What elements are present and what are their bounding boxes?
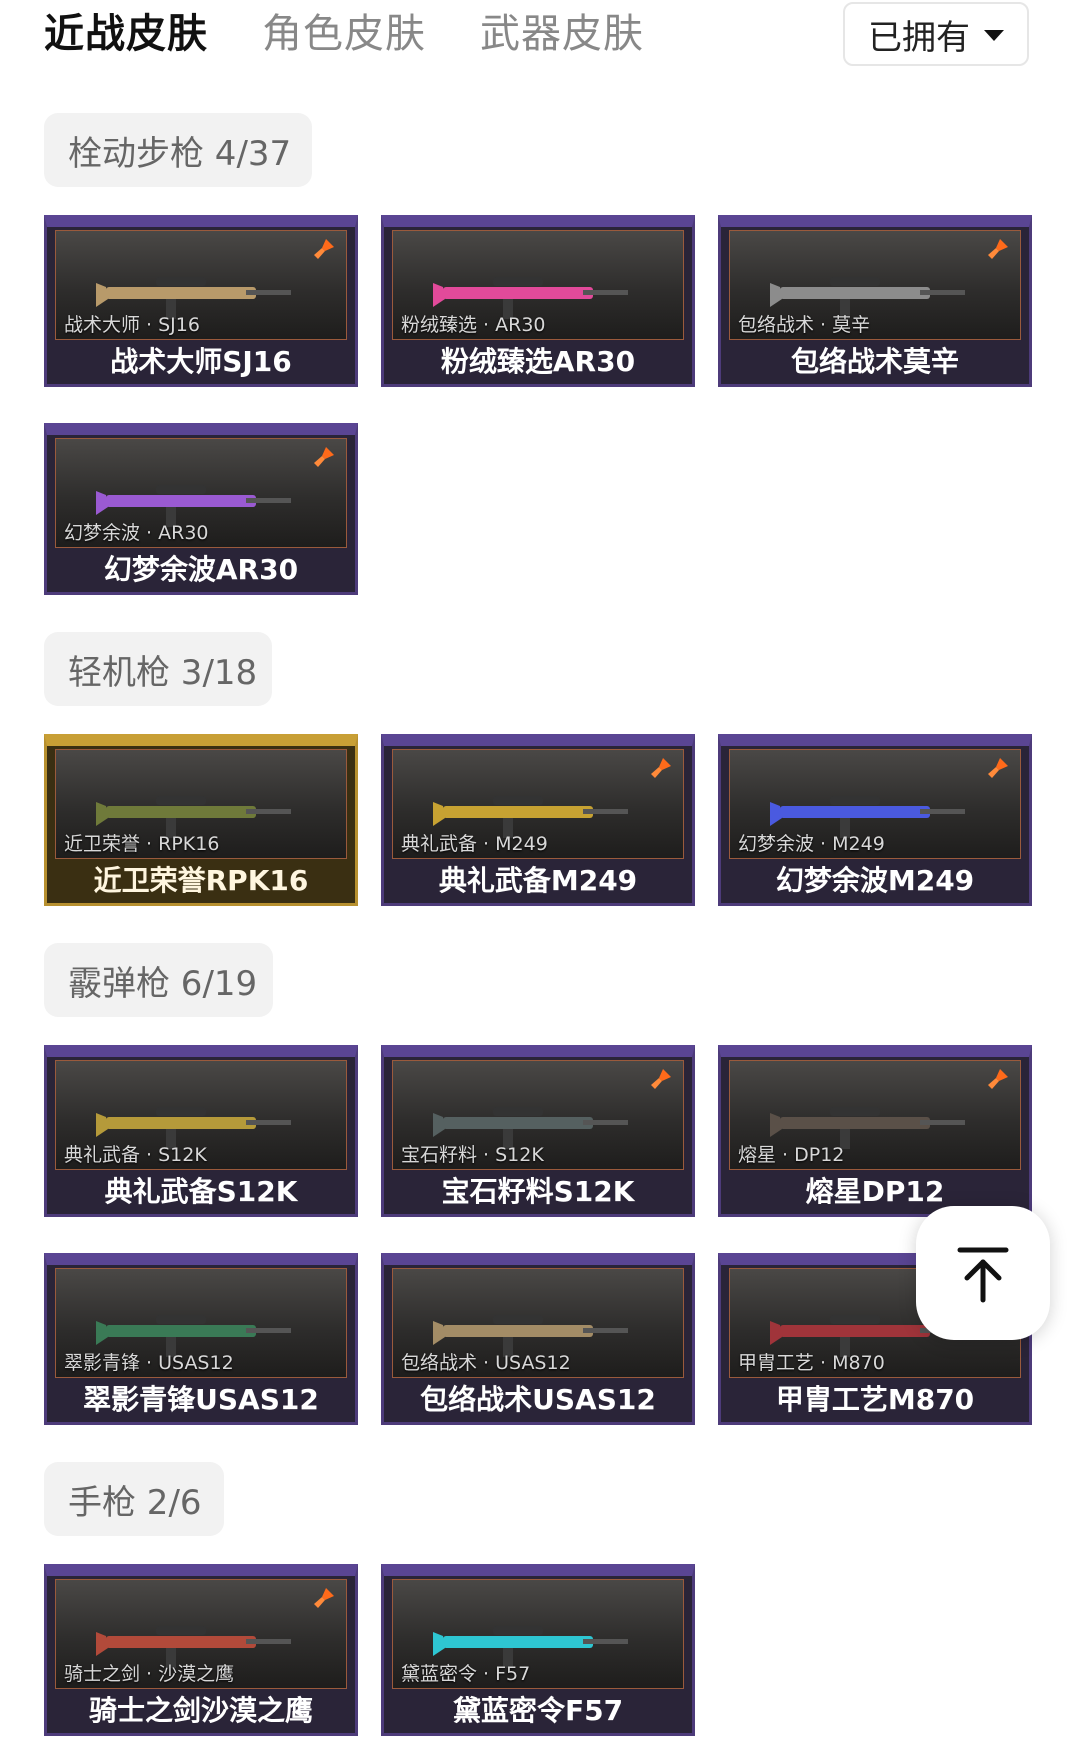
skin-subtitle: 幻梦余波 · M249 bbox=[738, 833, 885, 855]
skin-name: 熔星DP12 bbox=[805, 1175, 945, 1208]
brush-icon bbox=[988, 758, 1008, 778]
skin-thumbnail: 战术大师 · SJ16 bbox=[55, 230, 347, 340]
skin-subtitle: 近卫荣誉 · RPK16 bbox=[64, 833, 220, 855]
skin-subtitle: 典礼武备 · S12K bbox=[64, 1144, 207, 1166]
skin-thumbnail: 熔星 · DP12 bbox=[729, 1060, 1021, 1170]
owned-filter-dropdown[interactable]: 已拥有 bbox=[843, 2, 1029, 66]
section-title: 霰弹枪 6/19 bbox=[68, 963, 258, 1004]
skin-name: 翠影青锋USAS12 bbox=[83, 1383, 319, 1416]
skin-card[interactable]: 熔星 · DP12 熔星DP12 bbox=[718, 1045, 1032, 1217]
skin-card[interactable]: 幻梦余波 · AR30 幻梦余波AR30 bbox=[44, 423, 358, 595]
tab-weapon-skins[interactable]: 武器皮肤 bbox=[480, 8, 644, 60]
skin-card[interactable]: 翠影青锋 · USAS12 翠影青锋USAS12 bbox=[44, 1253, 358, 1425]
skin-subtitle: 黛蓝密令 · F57 bbox=[401, 1663, 531, 1685]
skin-card[interactable]: 幻梦余波 · M249 幻梦余波M249 bbox=[718, 734, 1032, 906]
section-header-pistols: 手枪 2/6 bbox=[44, 1462, 224, 1536]
skin-card[interactable]: 包络战术 · 莫辛包络战术莫辛 bbox=[718, 215, 1032, 387]
skin-card[interactable]: 典礼武备 · S12K 典礼武备S12K bbox=[44, 1045, 358, 1217]
skin-thumbnail: 包络战术 · 莫辛 bbox=[729, 230, 1021, 340]
skin-subtitle: 战术大师 · SJ16 bbox=[64, 314, 200, 336]
brush-icon bbox=[314, 239, 334, 259]
skin-name: 骑士之剑沙漠之鹰 bbox=[88, 1694, 313, 1727]
brush-icon bbox=[651, 758, 671, 778]
skin-name: 包络战术莫辛 bbox=[790, 345, 959, 378]
skin-thumbnail: 幻梦余波 · AR30 bbox=[55, 438, 347, 548]
skin-thumbnail: 近卫荣誉 · RPK16 bbox=[55, 749, 347, 859]
skin-category-tabs: 近战皮肤 角色皮肤 武器皮肤 已拥有 bbox=[0, 0, 1067, 70]
skin-thumbnail: 粉绒臻选 · AR30 bbox=[392, 230, 684, 340]
skin-subtitle: 熔星 · DP12 bbox=[738, 1144, 845, 1166]
section-title: 轻机枪 3/18 bbox=[68, 652, 258, 693]
skin-card[interactable]: 骑士之剑 · 沙漠之鹰骑士之剑沙漠之鹰 bbox=[44, 1564, 358, 1736]
brush-icon bbox=[314, 1588, 334, 1608]
tab-melee-skins[interactable]: 近战皮肤 bbox=[44, 8, 208, 60]
skin-thumbnail: 包络战术 · USAS12 bbox=[392, 1268, 684, 1378]
skin-subtitle: 甲胄工艺 · M870 bbox=[738, 1352, 885, 1374]
tab-character-skins[interactable]: 角色皮肤 bbox=[262, 8, 426, 60]
section-header-light-machine-guns: 轻机枪 3/18 bbox=[44, 632, 272, 706]
skin-card[interactable]: 典礼武备 · M249 典礼武备M249 bbox=[381, 734, 695, 906]
brush-icon bbox=[988, 1069, 1008, 1089]
scroll-to-top-button[interactable] bbox=[916, 1206, 1050, 1340]
skin-name: 甲胄工艺M870 bbox=[775, 1383, 975, 1416]
caret-down-icon bbox=[984, 30, 1004, 41]
skin-card[interactable]: 宝石籽料 · S12K 宝石籽料S12K bbox=[381, 1045, 695, 1217]
skin-subtitle: 宝石籽料 · S12K bbox=[401, 1144, 544, 1166]
skin-name: 近卫荣誉RPK16 bbox=[93, 864, 309, 897]
brush-icon bbox=[988, 239, 1008, 259]
section-header-shotguns: 霰弹枪 6/19 bbox=[44, 943, 273, 1017]
skin-name: 幻梦余波AR30 bbox=[103, 553, 299, 586]
skin-thumbnail: 典礼武备 · S12K bbox=[55, 1060, 347, 1170]
skin-card[interactable]: 黛蓝密令 · F57 黛蓝密令F57 bbox=[381, 1564, 695, 1736]
skin-card[interactable]: 粉绒臻选 · AR30 粉绒臻选AR30 bbox=[381, 215, 695, 387]
section-header-bolt-action-rifles: 栓动步枪 4/37 bbox=[44, 113, 312, 187]
skin-subtitle: 包络战术 · 莫辛 bbox=[738, 314, 871, 336]
skin-thumbnail: 幻梦余波 · M249 bbox=[729, 749, 1021, 859]
skin-thumbnail: 黛蓝密令 · F57 bbox=[392, 1579, 684, 1689]
skin-card[interactable]: 近卫荣誉 · RPK16 近卫荣誉RPK16 bbox=[44, 734, 358, 906]
skin-thumbnail: 宝石籽料 · S12K bbox=[392, 1060, 684, 1170]
brush-icon bbox=[314, 447, 334, 467]
skin-subtitle: 翠影青锋 · USAS12 bbox=[64, 1352, 234, 1374]
skin-subtitle: 粉绒臻选 · AR30 bbox=[401, 314, 546, 336]
section-title: 手枪 2/6 bbox=[68, 1482, 202, 1523]
brush-icon bbox=[651, 1069, 671, 1089]
skin-subtitle: 骑士之剑 · 沙漠之鹰 bbox=[64, 1663, 235, 1685]
skin-name: 典礼武备M249 bbox=[438, 864, 638, 897]
skin-card[interactable]: 战术大师 · SJ16 战术大师SJ16 bbox=[44, 215, 358, 387]
skin-name: 幻梦余波M249 bbox=[775, 864, 975, 897]
skin-card[interactable]: 包络战术 · USAS12 包络战术USAS12 bbox=[381, 1253, 695, 1425]
skin-subtitle: 包络战术 · USAS12 bbox=[401, 1352, 571, 1374]
skin-name: 粉绒臻选AR30 bbox=[440, 345, 636, 378]
skin-name: 包络战术USAS12 bbox=[420, 1383, 656, 1416]
skin-subtitle: 典礼武备 · M249 bbox=[401, 833, 548, 855]
skin-name: 宝石籽料S12K bbox=[441, 1175, 635, 1208]
skin-name: 战术大师SJ16 bbox=[110, 345, 292, 378]
skin-thumbnail: 典礼武备 · M249 bbox=[392, 749, 684, 859]
owned-filter-label: 已拥有 bbox=[868, 17, 970, 58]
skin-name: 黛蓝密令F57 bbox=[452, 1694, 624, 1727]
skin-name: 典礼武备S12K bbox=[104, 1175, 298, 1208]
section-title: 栓动步枪 4/37 bbox=[68, 133, 292, 174]
skin-subtitle: 幻梦余波 · AR30 bbox=[64, 522, 209, 544]
skin-thumbnail: 骑士之剑 · 沙漠之鹰 bbox=[55, 1579, 347, 1689]
arrow-up-to-top-icon bbox=[957, 1247, 1009, 1303]
skin-thumbnail: 翠影青锋 · USAS12 bbox=[55, 1268, 347, 1378]
